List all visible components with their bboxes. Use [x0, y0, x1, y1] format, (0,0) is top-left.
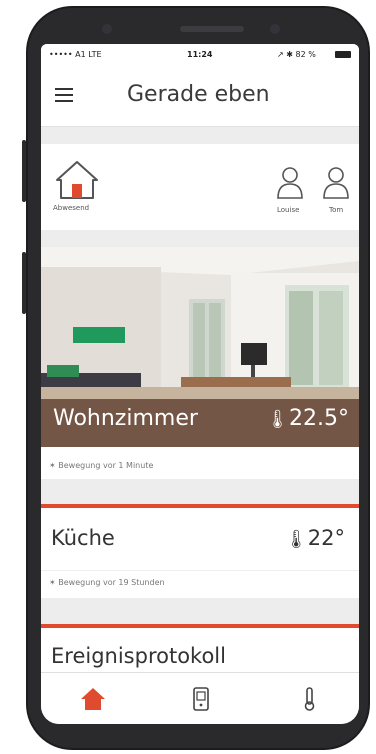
motion-icon: ✶: [49, 578, 56, 587]
room-card-living[interactable]: Wohnzimmer 🌡22.5° ✶ Bewegung vor 1 Minut…: [41, 247, 359, 479]
motion-status: ✶ Bewegung vor 19 Stunden: [49, 578, 165, 587]
hamburger-icon[interactable]: [55, 88, 73, 102]
person-name: Tom: [329, 206, 344, 214]
device-icon[interactable]: [187, 685, 215, 713]
room-name: Küche: [51, 526, 115, 550]
room-card-kitchen[interactable]: Küche 🌡22° ✶ Bewegung vor 19 Stunden: [41, 504, 359, 598]
home-icon[interactable]: [79, 685, 107, 713]
thermometer-icon: 🌡: [266, 409, 290, 430]
status-bar: ••••• A1 LTE 11:24 ↗ ✱ 82 %: [41, 44, 359, 64]
room-name: Wohnzimmer: [53, 406, 198, 431]
earpiece-speaker: [180, 26, 244, 32]
volume-button: [22, 252, 26, 314]
home-status-label: Abwesend: [53, 204, 90, 212]
battery-percent: ↗ ✱ 82 %: [277, 50, 316, 59]
room-temperature: 🌡22°: [284, 526, 345, 550]
app-screen: ••••• A1 LTE 11:24 ↗ ✱ 82 % Gerade eben …: [41, 44, 359, 724]
person-icon[interactable]: [275, 166, 305, 202]
motion-icon: ✶: [49, 461, 56, 470]
page-title: Gerade eben: [127, 82, 270, 107]
volume-button: [22, 140, 26, 202]
carrier: ••••• A1 LTE: [49, 50, 102, 59]
event-log-title: Ereignisprotokoll: [51, 644, 226, 668]
person-icon[interactable]: [321, 166, 351, 202]
motion-status: ✶ Bewegung vor 1 Minute: [49, 461, 154, 470]
house-icon[interactable]: [55, 160, 99, 200]
app-header: Gerade eben: [41, 64, 359, 127]
thermometer-icon[interactable]: [295, 685, 323, 713]
tab-bar: [41, 672, 359, 724]
room-temperature: 🌡22.5°: [266, 406, 349, 431]
battery-icon: [335, 51, 351, 58]
thermometer-icon: 🌡: [284, 529, 308, 550]
person-name: Louise: [277, 206, 300, 214]
sensor: [270, 24, 280, 34]
divider: [41, 570, 359, 571]
clock: 11:24: [187, 50, 213, 59]
front-camera: [102, 24, 112, 34]
presence-card: Abwesend Louise Tom: [41, 144, 359, 230]
